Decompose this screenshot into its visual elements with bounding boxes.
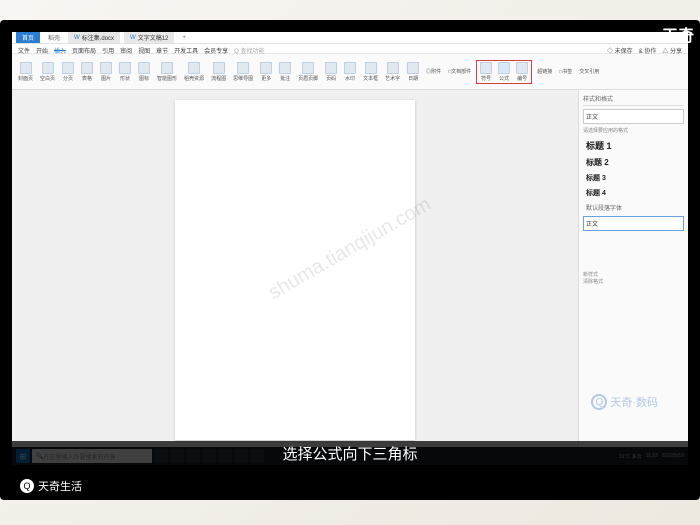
table-icon [81, 62, 93, 74]
menu-ref[interactable]: 引用 [102, 46, 114, 51]
ribbon-comment[interactable]: 批注 [277, 62, 293, 82]
smart-icon [161, 62, 173, 74]
ribbon-image[interactable]: 图片 [98, 62, 114, 82]
ribbon-parts[interactable]: □文档部件 [446, 68, 473, 75]
style-h4[interactable]: 标题 4 [583, 186, 684, 200]
monitor-frame: 天奇 首页 稻壳 W标注集.docx W文字文稿12 + 文件 开始 插入 页面… [0, 20, 700, 500]
mind-icon [237, 62, 249, 74]
watermark-icon [344, 62, 356, 74]
ribbon-number[interactable]: 编号 [514, 62, 530, 82]
ribbon-attach[interactable]: ◎附件 [424, 68, 443, 75]
menu-collab[interactable]: & 协作 [639, 46, 657, 51]
flow-icon [213, 62, 225, 74]
logo-q-icon: Q [20, 479, 34, 493]
ribbon-highlight: 符号 公式 编号 [476, 60, 532, 84]
ribbon-bookmark[interactable]: □书签 [557, 68, 574, 75]
new-style-link[interactable]: 新样式 [583, 271, 684, 278]
style-default[interactable]: 默认段落字体 [583, 201, 684, 214]
ribbon-pagenum[interactable]: 页码 [323, 62, 339, 82]
ribbon-date[interactable]: 日期 [405, 62, 421, 82]
ribbon-smart[interactable]: 智能图形 [155, 62, 179, 82]
menu-view[interactable]: 视图 [138, 46, 150, 51]
ribbon-more[interactable]: 更多 [258, 62, 274, 82]
pagenum-icon [325, 62, 337, 74]
ribbon-iconlib[interactable]: 图标 [136, 62, 152, 82]
menu-dev[interactable]: 开发工具 [174, 46, 198, 51]
clear-format-link[interactable]: 清除格式 [583, 278, 684, 285]
screen: 首页 稻壳 W标注集.docx W文字文稿12 + 文件 开始 插入 页面布局 … [12, 32, 688, 465]
menu-search[interactable]: Q 查找功能 [234, 46, 264, 51]
ribbon-textbox[interactable]: 文本框 [361, 62, 380, 82]
ribbon-header[interactable]: 页眉页脚 [296, 62, 320, 82]
formula-icon [498, 62, 510, 74]
res-icon [188, 62, 200, 74]
ribbon-res[interactable]: 稻壳资源 [182, 62, 206, 82]
menu-member[interactable]: 会员专享 [204, 46, 228, 51]
ribbon-link[interactable]: 超链接 [535, 68, 554, 75]
tab-add[interactable]: + [178, 34, 190, 42]
ribbon-cover[interactable]: 封面页 [16, 62, 35, 82]
brand-q-icon: Q [591, 394, 607, 410]
symbol-icon [480, 62, 492, 74]
menu-share[interactable]: △ 分享 [662, 46, 682, 51]
tab-doc-2[interactable]: W文字文稿12 [124, 32, 174, 43]
style-h3[interactable]: 标题 3 [583, 171, 684, 185]
header-icon [302, 62, 314, 74]
panel-title: 样式和格式 [583, 94, 684, 106]
menu-unsaved[interactable]: ◇ 未保存 [607, 46, 633, 51]
style-select[interactable]: 正文 [583, 216, 684, 231]
style-h2[interactable]: 标题 2 [583, 155, 684, 170]
ribbon-table[interactable]: 表格 [79, 62, 95, 82]
number-icon [516, 62, 528, 74]
menu-insert[interactable]: 插入 [54, 46, 66, 51]
menu-bar: 文件 开始 插入 页面布局 引用 审阅 视图 章节 开发工具 会员专享 Q 查找… [12, 44, 688, 54]
tab-home[interactable]: 首页 [16, 32, 40, 43]
menu-file[interactable]: 文件 [18, 46, 30, 51]
iconlib-icon [138, 62, 150, 74]
wordart-icon [387, 62, 399, 74]
tab-doc-1[interactable]: W标注集.docx [68, 32, 120, 43]
ribbon-break[interactable]: 分页 [60, 62, 76, 82]
ribbon-wordart[interactable]: 艺术字 [383, 62, 402, 82]
menu-layout[interactable]: 页面布局 [72, 46, 96, 51]
current-style[interactable]: 正文 [583, 109, 684, 124]
subtitle-text: 选择公式向下三角标 [282, 443, 417, 464]
page[interactable] [175, 100, 415, 440]
document-area[interactable] [12, 90, 578, 453]
style-h1[interactable]: 标题 1 [583, 137, 684, 154]
ribbon-mind[interactable]: 思维导图 [231, 62, 255, 82]
bottom-logo: Q 天奇生活 [20, 478, 82, 494]
title-bar: 首页 稻壳 W标注集.docx W文字文稿12 + [12, 32, 688, 44]
brand-mark: Q 天奇·数码 [591, 394, 658, 410]
ribbon-flow[interactable]: 流程图 [209, 62, 228, 82]
ribbon: 封面页 空白页 分页 表格 图片 形状 图标 智能图形 稻壳资源 流程图 思维导… [12, 54, 688, 90]
ribbon-blank[interactable]: 空白页 [38, 62, 57, 82]
ribbon-symbol[interactable]: 符号 [478, 62, 494, 82]
cover-icon [20, 62, 32, 74]
menu-review[interactable]: 审阅 [120, 46, 132, 51]
textbox-icon [365, 62, 377, 74]
blank-icon [42, 62, 54, 74]
panel-hint: 请选择要应用的格式 [583, 127, 684, 134]
image-icon [100, 62, 112, 74]
ribbon-shape[interactable]: 形状 [117, 62, 133, 82]
ribbon-watermark[interactable]: 水印 [342, 62, 358, 82]
ribbon-formula[interactable]: 公式 [496, 62, 512, 82]
subtitle-bar: 选择公式向下三角标 [12, 441, 688, 465]
shape-icon [119, 62, 131, 74]
date-icon [407, 62, 419, 74]
ribbon-xref[interactable]: 交叉引用 [577, 68, 601, 75]
more-icon [260, 62, 272, 74]
tab-app[interactable]: 稻壳 [44, 32, 64, 43]
workspace: 样式和格式 正文 请选择要应用的格式 标题 1 标题 2 标题 3 标题 4 默… [12, 90, 688, 453]
comment-icon [279, 62, 291, 74]
menu-start[interactable]: 开始 [36, 46, 48, 51]
menu-chapter[interactable]: 章节 [156, 46, 168, 51]
break-icon [62, 62, 74, 74]
